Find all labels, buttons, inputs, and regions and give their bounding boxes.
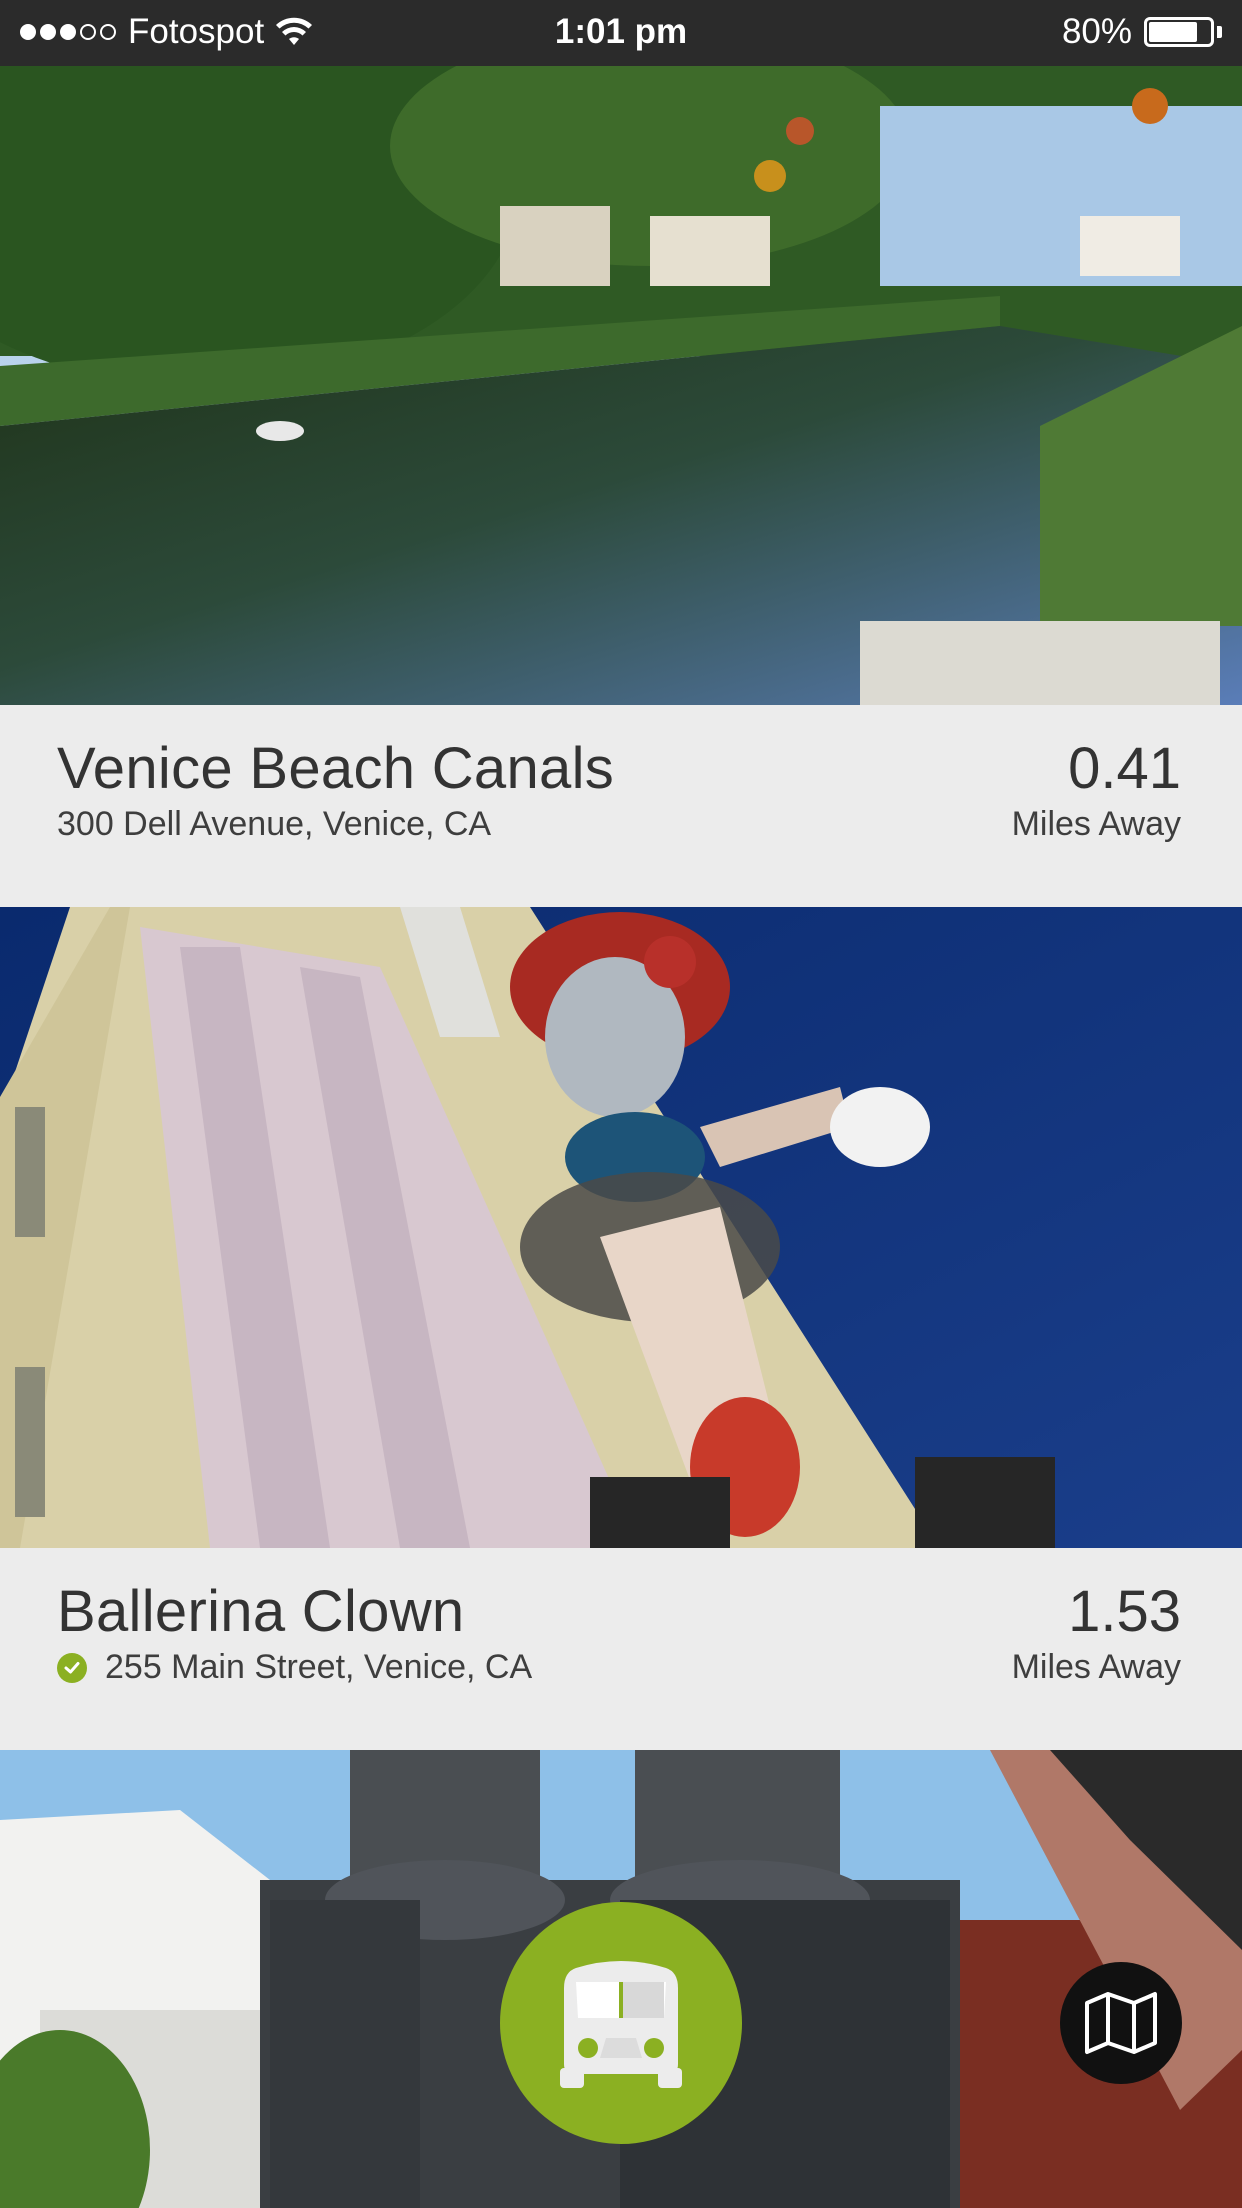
- place-address: 300 Dell Avenue, Venice, CA: [57, 805, 491, 844]
- place-photo-venice-canals[interactable]: [0, 66, 1242, 705]
- check-mark-icon: [64, 1661, 80, 1673]
- place-address-text: 255 Main Street, Venice, CA: [105, 1648, 533, 1686]
- visited-check-icon: [57, 1652, 87, 1683]
- status-time: 1:01 pm: [554, 12, 688, 51]
- battery-percent: 80%: [1061, 12, 1132, 51]
- distance-unit: Miles Away: [1011, 805, 1181, 843]
- battery-fill: [1149, 22, 1197, 42]
- status-right: 80%: [1062, 10, 1222, 54]
- status-bar: Fotospot 1:01 pm 80%: [0, 0, 1242, 66]
- place-distance: 1.53: [1068, 1579, 1181, 1644]
- place-address: 255 Main Street, Venice, CA: [57, 1648, 532, 1687]
- distance-unit: Miles Away: [1011, 1648, 1181, 1686]
- canal-photo-image: [0, 66, 1242, 705]
- place-name: Venice Beach Canals: [57, 736, 615, 801]
- place-photo-ballerina-clown[interactable]: [0, 907, 1242, 1548]
- clown-photo-image: [0, 907, 1242, 1548]
- place-card-ballerina-clown[interactable]: Ballerina Clown 255 Main Street, Venice,…: [0, 1548, 1242, 1750]
- map-icon: [1085, 1992, 1157, 2054]
- battery-icon: [1144, 17, 1214, 47]
- van-icon: [560, 1961, 682, 2088]
- tours-button[interactable]: [500, 1902, 742, 2144]
- place-distance: 0.41: [1068, 736, 1181, 801]
- battery-cap: [1217, 26, 1222, 38]
- place-card-venice-canals[interactable]: Venice Beach Canals 300 Dell Avenue, Ven…: [0, 705, 1242, 907]
- place-address-text: 300 Dell Avenue, Venice, CA: [57, 805, 492, 843]
- map-button[interactable]: [1060, 1962, 1182, 2084]
- place-name: Ballerina Clown: [57, 1579, 465, 1644]
